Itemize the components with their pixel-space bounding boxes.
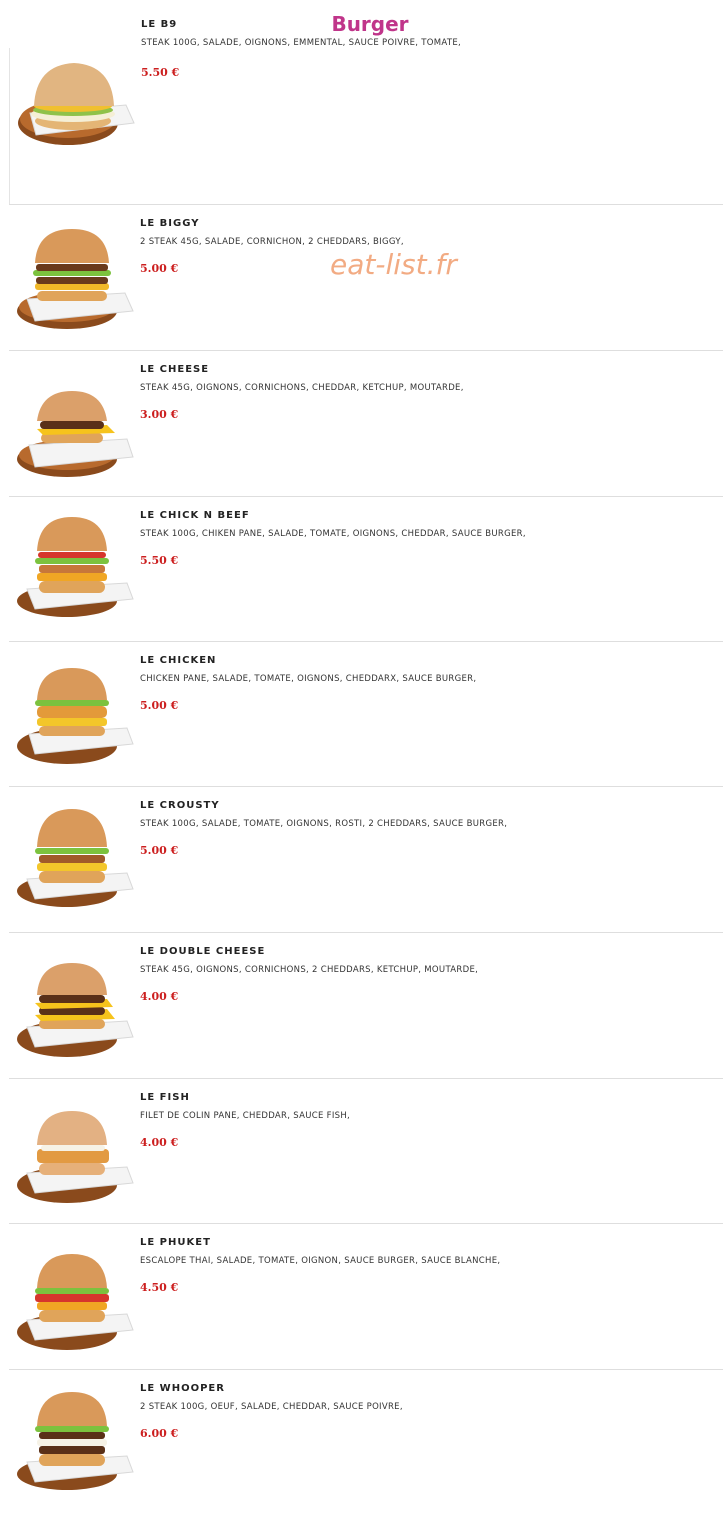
burger-photo-icon bbox=[17, 809, 134, 907]
item-name: LE FISH bbox=[140, 1092, 190, 1103]
item-name: LE BIGGY bbox=[140, 218, 200, 229]
item-name: LE WHOOPER bbox=[140, 1383, 225, 1394]
item-price: 4.00 € bbox=[140, 990, 179, 1003]
menu-item[interactable]: LE CROUSTY STEAK 100G, SALADE, TOMATE, O… bbox=[9, 786, 723, 931]
burger-photo-icon bbox=[17, 963, 134, 1057]
item-price: 5.00 € bbox=[140, 262, 179, 275]
item-description: CHICKEN PANE, SALADE, TOMATE, OIGNONS, C… bbox=[140, 674, 477, 684]
item-description: FILET DE COLIN PANE, CHEDDAR, SAUCE FISH… bbox=[140, 1111, 351, 1121]
burger-photo-icon bbox=[17, 1111, 134, 1203]
menu-item[interactable]: LE CHICKEN CHICKEN PANE, SALADE, TOMATE,… bbox=[9, 641, 723, 786]
item-description: 2 STEAK 100G, OEUF, SALADE, CHEDDAR, SAU… bbox=[140, 1402, 403, 1412]
item-price: 5.50 € bbox=[140, 554, 179, 567]
item-description: STEAK 100G, CHIKEN PANE, SALADE, TOMATE,… bbox=[140, 529, 526, 539]
burger-photo-icon bbox=[17, 1254, 134, 1350]
menu-item[interactable]: LE B9 STEAK 100G, SALADE, OIGNONS, EMMEN… bbox=[9, 19, 723, 205]
item-name: LE B9 bbox=[141, 19, 178, 30]
menu-item[interactable]: LE FISH FILET DE COLIN PANE, CHEDDAR, SA… bbox=[9, 1078, 723, 1223]
item-price: 3.00 € bbox=[140, 408, 179, 421]
menu-item[interactable]: LE PHUKET ESCALOPE THAI, SALADE, TOMATE,… bbox=[9, 1223, 723, 1368]
burger-photo-icon bbox=[17, 668, 134, 764]
item-name: LE CHEESE bbox=[140, 364, 210, 375]
item-name: LE DOUBLE CHEESE bbox=[140, 946, 266, 957]
burger-photo-icon bbox=[17, 229, 134, 329]
page-title: Burger bbox=[331, 12, 409, 36]
menu-item[interactable]: LE WHOOPER 2 STEAK 100G, OEUF, SALADE, C… bbox=[9, 1369, 723, 1514]
item-description: ESCALOPE THAI, SALADE, TOMATE, OIGNON, S… bbox=[140, 1256, 501, 1266]
item-name: LE PHUKET bbox=[140, 1237, 211, 1248]
menu-item[interactable]: LE CHEESE STEAK 45G, OIGNONS, CORNICHONS… bbox=[9, 350, 723, 495]
item-description: 2 STEAK 45G, SALADE, CORNICHON, 2 CHEDDA… bbox=[140, 237, 404, 247]
item-price: 5.50 € bbox=[141, 66, 180, 79]
item-price: 5.00 € bbox=[140, 699, 179, 712]
item-description: STEAK 100G, SALADE, TOMATE, OIGNONS, ROS… bbox=[140, 819, 508, 829]
menu-item[interactable]: LE CHICK N BEEF STEAK 100G, CHIKEN PANE,… bbox=[9, 496, 723, 641]
item-name: LE CHICKEN bbox=[140, 655, 217, 666]
menu-item[interactable]: LE DOUBLE CHEESE STEAK 45G, OIGNONS, COR… bbox=[9, 932, 723, 1077]
item-price: 5.00 € bbox=[140, 844, 179, 857]
burger-photo-icon bbox=[17, 1392, 134, 1490]
item-price: 4.00 € bbox=[140, 1136, 179, 1149]
item-name: LE CHICK N BEEF bbox=[140, 510, 250, 521]
watermark: eat-list.fr bbox=[330, 248, 457, 281]
item-description: STEAK 45G, OIGNONS, CORNICHONS, 2 CHEDDA… bbox=[140, 965, 479, 975]
burger-photo-icon bbox=[18, 63, 135, 145]
burger-photo-icon bbox=[17, 517, 134, 617]
item-name: LE CROUSTY bbox=[140, 800, 220, 811]
item-price: 6.00 € bbox=[140, 1427, 179, 1440]
item-price: 4.50 € bbox=[140, 1281, 179, 1294]
item-description: STEAK 100G, SALADE, OIGNONS, EMMENTAL, S… bbox=[141, 38, 461, 48]
item-description: STEAK 45G, OIGNONS, CORNICHONS, CHEDDAR,… bbox=[140, 383, 464, 393]
burger-photo-icon bbox=[17, 391, 134, 477]
